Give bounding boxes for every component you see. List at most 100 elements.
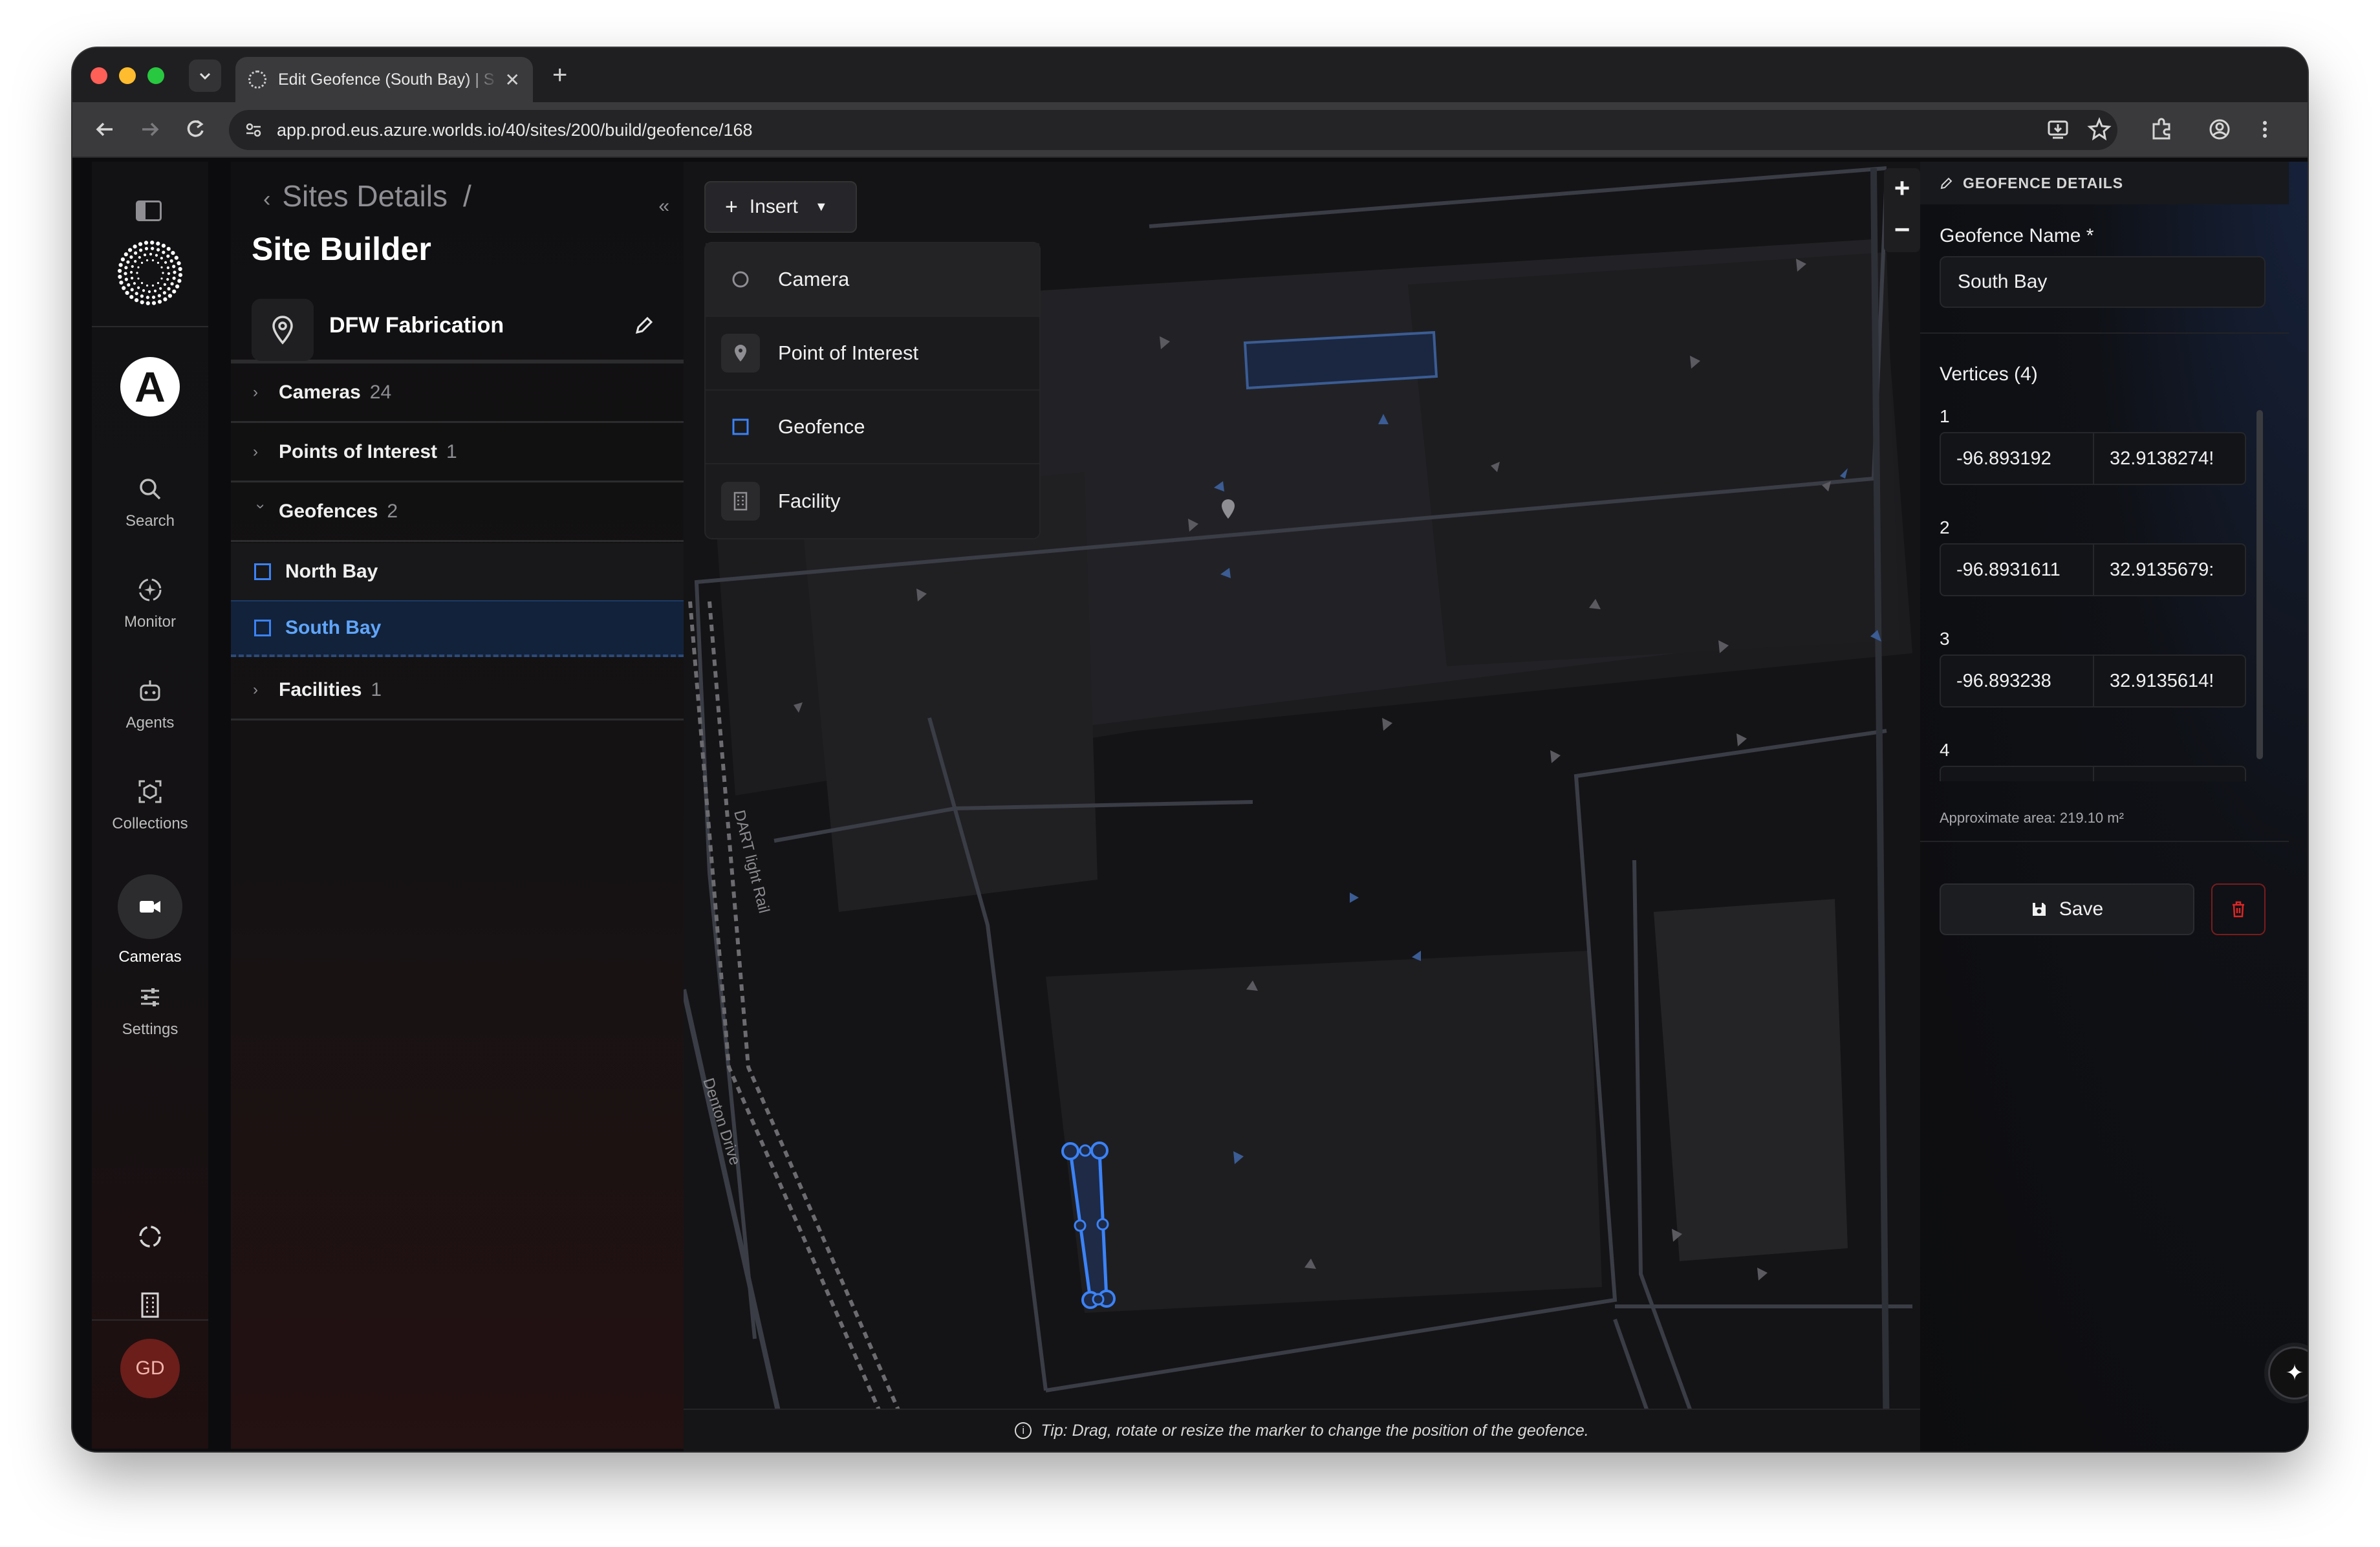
browser-tab-active[interactable]: Edit Geofence (South Bay) | S ✕ [235,57,533,102]
vertex-row [1940,766,2246,781]
vertex-longitude-input[interactable]: -96.893192 [1941,433,2093,484]
install-app-icon[interactable] [2045,116,2071,142]
vertex-latitude-input[interactable]: 32.9135614! [2093,656,2245,706]
bookmark-star-icon[interactable] [2086,116,2112,142]
geofence-label: South Bay [285,617,382,638]
vertex-longitude-input[interactable]: -96.8931611 [1941,545,2093,595]
logo-dot [130,288,134,292]
section-label: Cameras [279,381,361,403]
section-points-of-interest[interactable]: › Points of Interest 1 [231,423,684,482]
close-window-button[interactable] [91,67,107,84]
logo-dot [151,295,156,299]
logo-dot [146,259,149,262]
pencil-icon[interactable] [633,314,655,336]
more-menu-icon[interactable] [2252,116,2278,142]
menu-item-facility[interactable]: Facility [706,464,1039,538]
vertex-longitude-input[interactable]: -96.893238 [1941,656,2093,706]
section-geofences[interactable]: › Geofences 2 [231,482,684,542]
logo-dot [156,248,160,252]
geofence-item-north-bay[interactable]: North Bay [231,543,684,600]
logo-dot [172,289,177,294]
ai-assistant-sparkle-icon[interactable]: ✦ [2268,1347,2308,1400]
geofence-item-south-bay[interactable]: South Bay [231,600,684,657]
delete-button[interactable] [2211,883,2266,935]
logo-dot [163,283,166,286]
vertex-row: -96.8931611 32.9135679: [1940,543,2246,596]
new-tab-button[interactable]: + [552,61,567,89]
menu-item-camera[interactable]: Camera [706,243,1039,317]
vertex-latitude-input[interactable] [2093,767,2245,781]
vertex-row: -96.893238 32.9135614! [1940,654,2246,708]
maximize-window-button[interactable] [147,67,164,84]
vertex-index: 4 [1940,740,1950,760]
save-button[interactable]: Save [1940,883,2194,935]
collapse-panel-icon[interactable]: « [658,195,669,217]
tab-list-button[interactable] [189,60,221,92]
reload-icon[interactable] [182,115,208,144]
menu-label: Facility [778,490,841,512]
logo-dot [171,251,175,255]
building-icon[interactable] [136,1291,164,1319]
site-settings-icon[interactable] [244,121,263,139]
breadcrumb[interactable]: ‹ Sites Details / [263,178,471,213]
logo-dot [129,270,133,274]
menu-item-point-of-interest[interactable]: Point of Interest [706,317,1039,391]
street-label-dart: DART light Rail [730,808,773,915]
site-builder-panel: ‹ Sites Details / « Site Builder DFW Fabri… [231,162,684,1449]
section-cameras[interactable]: › Cameras 24 [231,363,684,423]
logo-dot [134,298,139,303]
sidebar-toggle-icon[interactable] [136,200,162,221]
section-count: 24 [369,381,392,403]
logo-dot [118,268,122,273]
vertex-latitude-input[interactable]: 32.9138274! [2093,433,2245,484]
rail-item-cameras[interactable]: Cameras [92,874,208,966]
logo-dot [120,257,125,262]
vertices-scrollbar[interactable] [2256,410,2263,759]
org-logo-icon[interactable]: A [120,357,180,416]
logo-dot [174,255,178,260]
logo-dot [138,242,143,246]
rail-item-search[interactable]: Search [92,475,208,530]
section-facilities[interactable]: › Facilities 1 [231,661,684,720]
logo-dot [133,244,137,249]
menu-label: Camera [778,268,850,290]
insert-button[interactable]: + Insert ▼ [704,181,857,233]
rail-item-collections[interactable]: Collections [92,777,208,833]
tab-close-icon[interactable]: ✕ [505,69,520,91]
back-chevron-icon: ‹ [263,187,271,211]
menu-item-geofence[interactable]: Geofence [706,391,1039,464]
rail-item-monitor[interactable]: Monitor [92,576,208,631]
vertex-longitude-input[interactable] [1941,767,2093,781]
insert-label: Insert [749,196,798,217]
forward-arrow-icon[interactable] [137,115,163,144]
extensions-icon[interactable] [2148,116,2174,142]
breadcrumb-separator: / [462,179,471,213]
logo-dot [135,292,138,296]
logo-dot [140,282,144,285]
back-arrow-icon[interactable] [92,115,118,144]
vertex-latitude-input[interactable]: 32.9135679: [2093,545,2245,595]
profile-icon[interactable] [2207,116,2233,142]
caret-down-icon: ▼ [814,199,828,214]
map-canvas[interactable]: DART light Rail Denton Drive + Insert ▼ … [684,162,1920,1451]
zoom-in-button[interactable]: + [1884,168,1920,210]
address-bar[interactable]: app.prod.eus.azure.worlds.io/40/sites/20… [229,110,2117,150]
rail-item-agents[interactable]: Agents [92,676,208,732]
geofence-name-input[interactable]: South Bay [1940,256,2266,308]
loading-spinner-icon[interactable] [136,1222,164,1251]
logo-dot [140,300,144,305]
logo-dot [166,277,169,281]
rail-item-settings[interactable]: Settings [92,983,208,1039]
minimize-window-button[interactable] [119,67,136,84]
logo-dot [137,277,140,280]
app-root: A Search Monitor Agents Collections Came… [72,158,2308,1451]
logo-dot [157,261,160,264]
tab-title: Edit Geofence (South Bay) | S [278,70,495,89]
chevron-right-icon: › [253,442,258,460]
zoom-out-button[interactable]: − [1884,210,1920,251]
section-label: Points of Interest [279,440,438,462]
menu-label: Geofence [778,415,865,438]
rail-label: Search [125,512,175,530]
user-avatar[interactable]: GD [120,1339,180,1398]
logo-dot [131,276,134,280]
